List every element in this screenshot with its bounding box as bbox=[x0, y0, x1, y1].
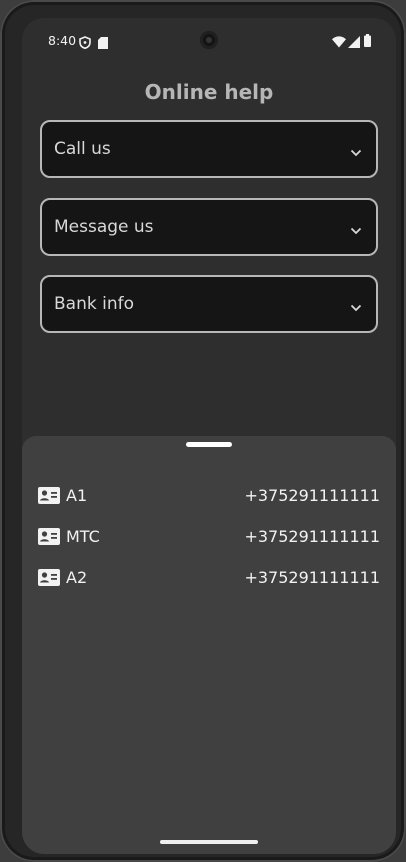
bank-info-accordion[interactable]: Bank info bbox=[40, 275, 378, 333]
contact-phone-link[interactable]: +375291111111 bbox=[244, 568, 380, 587]
contact-card-icon bbox=[38, 569, 60, 590]
gesture-nav-bar[interactable] bbox=[160, 840, 258, 844]
contact-card-icon bbox=[38, 487, 60, 508]
contact-phone-link[interactable]: +375291111111 bbox=[244, 527, 380, 546]
front-camera bbox=[200, 31, 218, 49]
chevron-down-icon bbox=[350, 297, 362, 316]
sheet-drag-handle[interactable] bbox=[186, 442, 232, 447]
battery-icon bbox=[364, 32, 371, 51]
contact-name: A2 bbox=[66, 568, 88, 587]
wifi-icon bbox=[332, 33, 346, 52]
accordion-label: Message us bbox=[54, 217, 154, 237]
call-us-accordion[interactable]: Call us bbox=[40, 120, 378, 178]
contact-phone-link[interactable]: +375291111111 bbox=[244, 486, 380, 505]
status-time: 8:40 bbox=[48, 33, 77, 48]
contact-row-a2[interactable]: A2 +375291111111 bbox=[38, 566, 380, 590]
chevron-down-icon bbox=[350, 142, 362, 161]
app-screen: 8:40 Online help Call us Message us Bank… bbox=[22, 18, 396, 854]
message-us-accordion[interactable]: Message us bbox=[40, 198, 378, 256]
accordion-label: Call us bbox=[54, 139, 111, 159]
contact-card-icon bbox=[38, 528, 60, 549]
contact-row-mtc[interactable]: MTC +375291111111 bbox=[38, 525, 380, 549]
contact-row-a1[interactable]: A1 +375291111111 bbox=[38, 484, 380, 508]
status-bar: 8:40 bbox=[22, 18, 396, 64]
page-title: Online help bbox=[144, 80, 274, 104]
phone-frame: 8:40 Online help Call us Message us Bank… bbox=[0, 0, 406, 862]
shield-icon bbox=[79, 34, 91, 53]
signal-icon bbox=[348, 33, 360, 52]
contact-name: A1 bbox=[66, 486, 88, 505]
accordion-label: Bank info bbox=[54, 294, 134, 314]
contacts-bottom-sheet: A1 +375291111111 MTC +375291111111 A2 +3… bbox=[22, 436, 396, 854]
chevron-down-icon bbox=[350, 220, 362, 239]
sd-card-icon bbox=[98, 34, 108, 53]
contact-name: MTC bbox=[66, 527, 100, 546]
